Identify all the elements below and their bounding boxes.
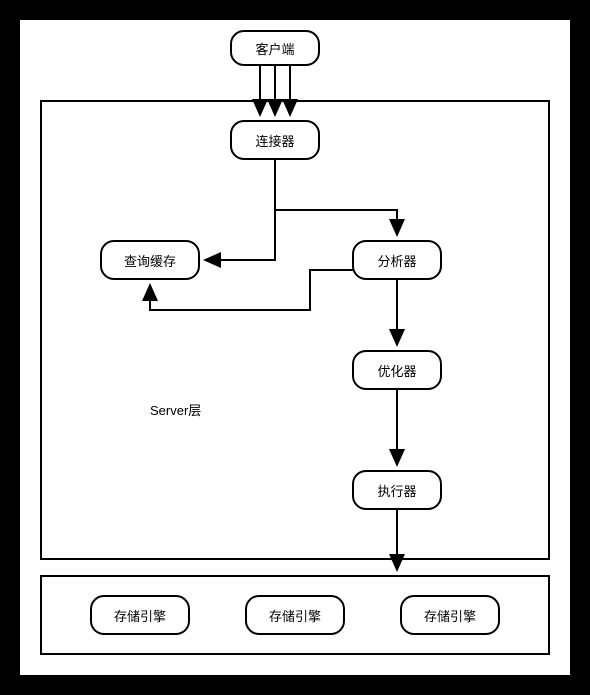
node-engine-3: 存储引擎 xyxy=(400,595,500,635)
diagram-canvas: 客户端 Server层 连接器 查询缓存 分析器 优化器 执行器 存储引擎 存储… xyxy=(20,20,570,675)
node-client-label: 客户端 xyxy=(255,39,294,58)
server-layer-box xyxy=(40,100,550,560)
server-layer-label: Server层 xyxy=(150,400,201,419)
node-client: 客户端 xyxy=(230,30,320,66)
node-analyzer: 分析器 xyxy=(352,240,442,280)
node-engine-3-label: 存储引擎 xyxy=(424,606,476,625)
node-optimizer: 优化器 xyxy=(352,350,442,390)
node-cache: 查询缓存 xyxy=(100,240,200,280)
node-engine-1: 存储引擎 xyxy=(90,595,190,635)
node-connector: 连接器 xyxy=(230,120,320,160)
node-executor: 执行器 xyxy=(352,470,442,510)
node-engine-2-label: 存储引擎 xyxy=(269,606,321,625)
node-optimizer-label: 优化器 xyxy=(377,361,416,380)
node-analyzer-label: 分析器 xyxy=(377,251,416,270)
node-engine-1-label: 存储引擎 xyxy=(114,606,166,625)
node-engine-2: 存储引擎 xyxy=(245,595,345,635)
node-connector-label: 连接器 xyxy=(255,131,294,150)
node-cache-label: 查询缓存 xyxy=(124,251,176,270)
node-executor-label: 执行器 xyxy=(377,481,416,500)
